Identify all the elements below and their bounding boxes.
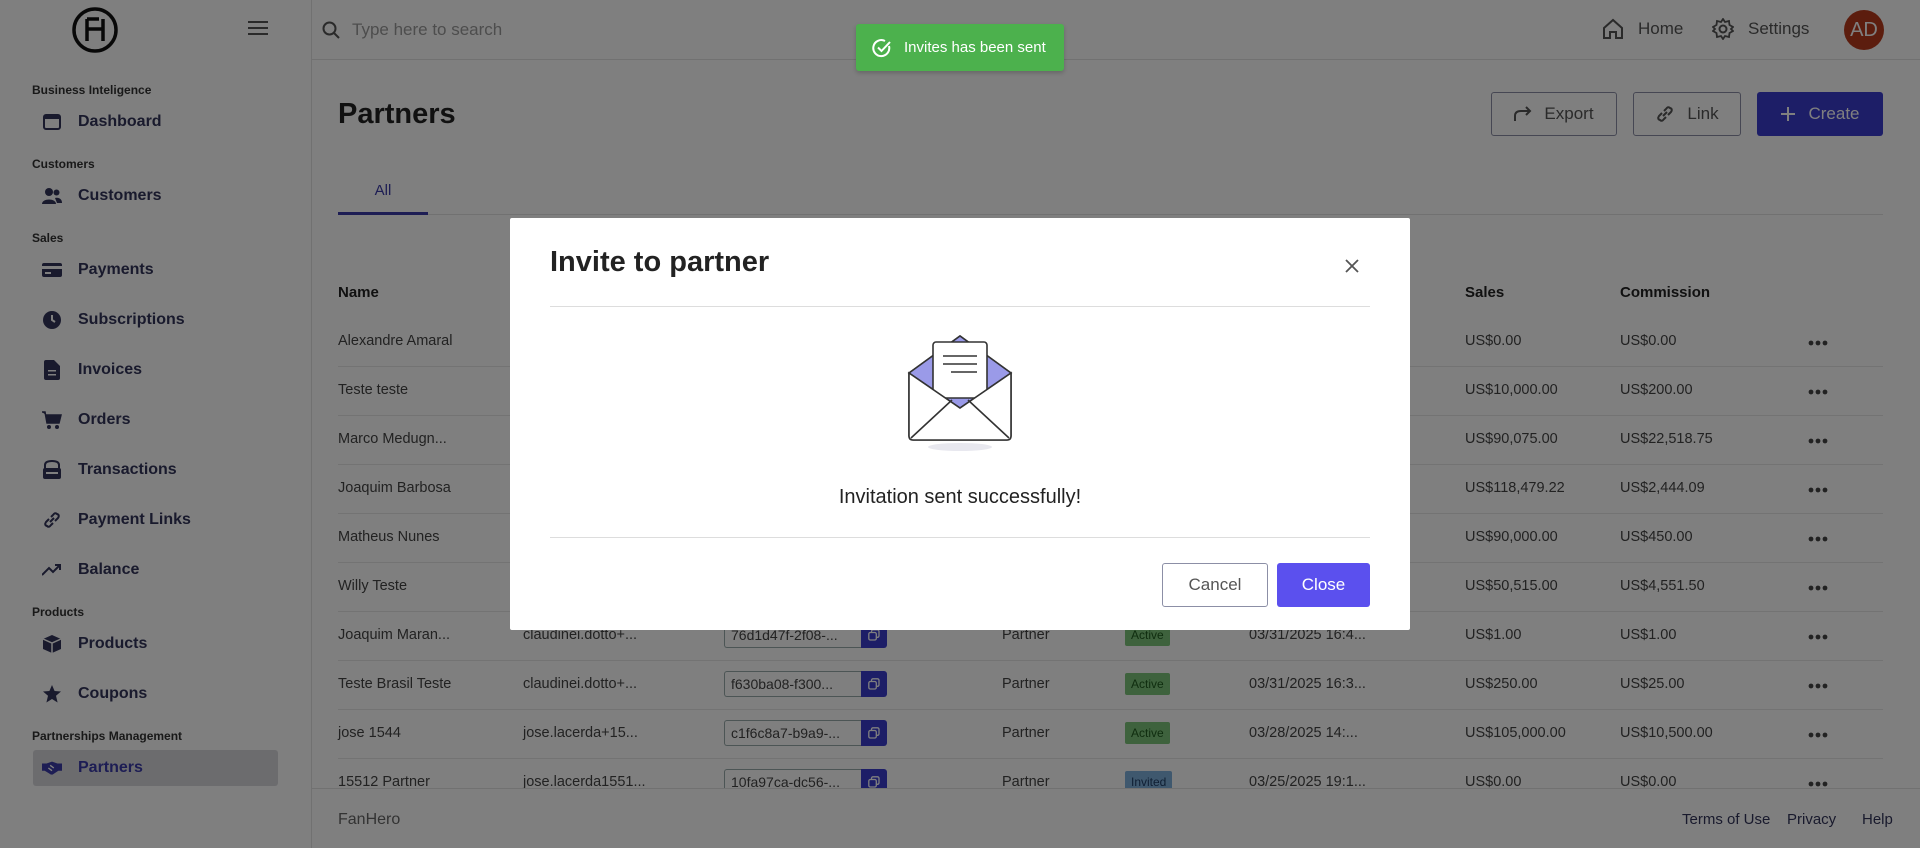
check-circle-icon: [872, 38, 891, 57]
success-toast: Invites has been sent: [856, 24, 1064, 71]
modal-message: Invitation sent successfully!: [838, 486, 1082, 508]
modal-divider: [550, 537, 1370, 538]
modal-title: Invite to partner: [550, 246, 770, 278]
invite-modal: Invite to partner Invitation sent succes…: [510, 218, 1410, 630]
toast-message: Invites has been sent: [904, 39, 1046, 56]
close-icon[interactable]: [1340, 254, 1364, 278]
envelope-illustration-icon: [907, 335, 1013, 451]
cancel-button[interactable]: Cancel: [1162, 563, 1268, 607]
modal-divider: [550, 306, 1370, 307]
close-button[interactable]: Close: [1277, 563, 1370, 607]
